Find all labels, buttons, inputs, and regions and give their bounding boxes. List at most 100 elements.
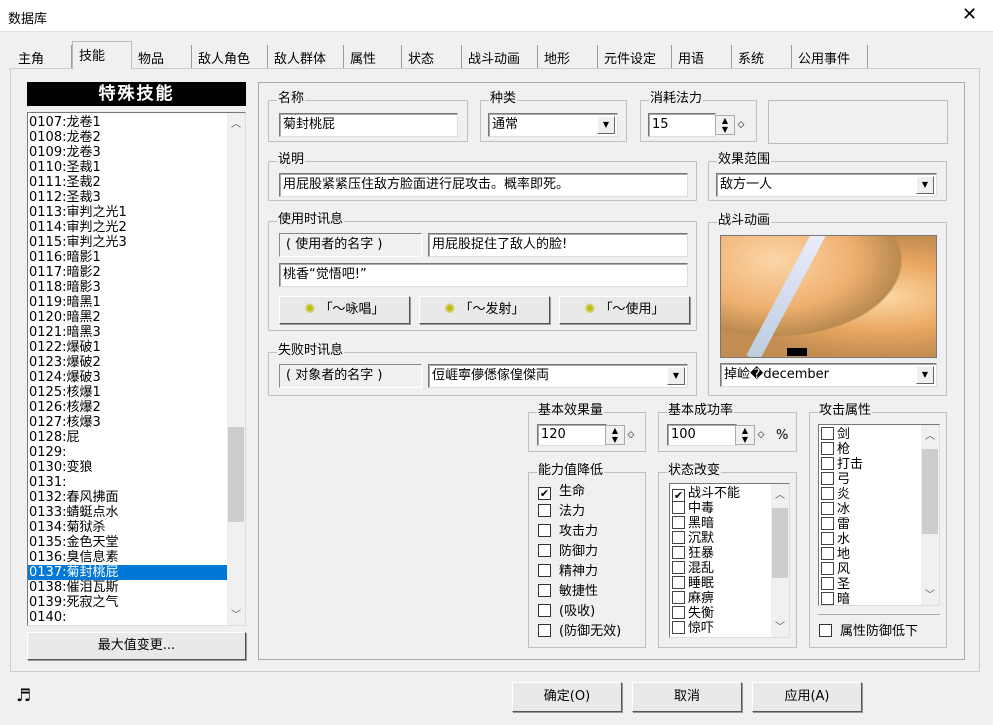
stat-down-checkbox[interactable]: 敏捷性 (538, 583, 619, 601)
list-item[interactable]: 0128:屁 (28, 430, 245, 445)
list-item[interactable]: 0116:暗影1 (28, 250, 245, 265)
checkbox-icon[interactable]: ✔ (538, 487, 551, 500)
stat-down-checkbox[interactable]: 精神力 (538, 563, 619, 581)
fire-button[interactable]: ✺ 「～发射」 (419, 296, 550, 324)
list-item[interactable]: 0129: (28, 445, 245, 460)
checkbox-icon[interactable] (672, 591, 685, 604)
type-select[interactable]: 通常 ▼ (488, 113, 618, 137)
checkbox-icon[interactable] (821, 502, 834, 515)
attribute-list[interactable]: 剑枪打击弓炎冰雷水地风圣暗 ︿ ﹀ (818, 424, 940, 606)
checkbox-icon[interactable] (672, 576, 685, 589)
stat-down-checkbox[interactable]: (防御无效) (538, 623, 621, 641)
checkbox-icon[interactable] (821, 472, 834, 485)
list-item[interactable]: 0133:蜻蜓点水 (28, 505, 245, 520)
checkbox-icon[interactable] (819, 624, 832, 637)
checkbox-icon[interactable] (538, 564, 551, 577)
list-item[interactable]: 0137:菊封桃屁 (28, 565, 245, 580)
scope-select[interactable]: 敌方一人 ▼ (716, 173, 937, 197)
state-item[interactable]: 中毒 (672, 501, 789, 516)
list-item[interactable]: 0132:春风拂面 (28, 490, 245, 505)
stat-down-checkbox[interactable]: ✔ 生命 (538, 483, 619, 501)
state-item[interactable]: ✔ 战斗不能 (672, 486, 789, 502)
list-item[interactable]: 0135:金色天堂 (28, 535, 245, 550)
list-item[interactable]: 0139:死寂之气 (28, 595, 245, 610)
checkbox-icon[interactable] (821, 457, 834, 470)
checkbox-icon[interactable] (821, 532, 834, 545)
checkbox-icon[interactable] (538, 544, 551, 557)
list-item[interactable]: 0113:审判之光1 (28, 205, 245, 220)
checkbox-icon[interactable] (821, 547, 834, 560)
attribute-defense-down-checkbox[interactable]: 属性防御低下 (819, 623, 918, 641)
attribute-item[interactable]: 雷 (821, 517, 939, 532)
checkbox-icon[interactable] (672, 546, 685, 559)
scroll-thumb[interactable] (228, 427, 244, 522)
list-item[interactable]: 0119:暗黑1 (28, 295, 245, 310)
attribute-item[interactable]: 炎 (821, 487, 939, 502)
use-button[interactable]: ✺ 「～使用」 (559, 296, 690, 324)
tab-4[interactable]: 敌人群体 (268, 45, 344, 68)
list-item[interactable]: 0130:变狼 (28, 460, 245, 475)
state-item[interactable]: 混乱 (672, 561, 789, 576)
state-item[interactable]: 狂暴 (672, 546, 789, 561)
stat-down-checkbox[interactable]: (吸收) (538, 603, 619, 621)
checkbox-icon[interactable] (821, 487, 834, 500)
scroll-down-icon[interactable]: ﹀ (227, 606, 245, 623)
scrollbar[interactable]: ︿ ﹀ (227, 113, 245, 625)
state-item[interactable]: 睡眠 (672, 576, 789, 591)
tab-12[interactable]: 公用事件 (792, 45, 868, 68)
attribute-item[interactable]: 打击 (821, 457, 939, 472)
ok-button[interactable]: 确定(O) (512, 682, 622, 712)
list-item[interactable]: 0117:暗影2 (28, 265, 245, 280)
description-input[interactable]: 用屁股紧紧压住敌方脸面进行屁攻击。概率即死。 (279, 173, 688, 197)
checkbox-icon[interactable] (672, 561, 685, 574)
list-item[interactable]: 0107:龙卷1 (28, 115, 245, 130)
tab-2[interactable]: 物品 (132, 45, 192, 68)
checkbox-icon[interactable] (538, 524, 551, 537)
checkbox-icon[interactable] (672, 606, 685, 619)
skill-list[interactable]: 0107:龙卷1 0108:龙卷2 0109:龙卷3 0110:圣裁1 0111:圣裁2… (27, 112, 246, 626)
checkbox-icon[interactable] (821, 442, 834, 455)
checkbox-icon[interactable] (821, 562, 834, 575)
list-item[interactable]: 0109:龙卷3 (28, 145, 245, 160)
state-list[interactable]: ✔ 战斗不能 中毒 黑暗 沉默 狂暴 混乱 睡眠 麻痹 失衡 惊吓 ︿ ﹀ (669, 483, 790, 638)
checkbox-icon[interactable] (538, 604, 551, 617)
base-effect-spinner[interactable]: ▲ ▼ (605, 425, 625, 445)
stat-down-checkbox[interactable]: 法力 (538, 503, 619, 521)
attribute-item[interactable]: 圣 (821, 577, 939, 592)
attribute-item[interactable]: 枪 (821, 442, 939, 457)
state-item[interactable]: 惊吓 (672, 621, 789, 636)
tab-9[interactable]: 元件设定 (598, 45, 672, 68)
tab-7[interactable]: 战斗动画 (462, 45, 538, 68)
state-item[interactable]: 失衡 (672, 606, 789, 621)
apply-button[interactable]: 应用(A) (752, 682, 862, 712)
checkbox-icon[interactable] (821, 517, 834, 530)
list-item[interactable]: 0118:暗影3 (28, 280, 245, 295)
state-item[interactable]: 麻痹 (672, 591, 789, 606)
checkbox-icon[interactable] (672, 531, 685, 544)
list-item[interactable]: 0110:圣裁1 (28, 160, 245, 175)
state-item[interactable]: 黑暗 (672, 516, 789, 531)
base-effect-input[interactable]: 120 (537, 424, 607, 446)
list-item[interactable]: 0124:爆破3 (28, 370, 245, 385)
checkbox-icon[interactable] (538, 624, 551, 637)
mp-spinner[interactable]: ▲ ▼ (715, 115, 735, 135)
tab-1[interactable]: 技能 (72, 41, 132, 69)
music-note-icon[interactable]: ♬ (16, 686, 31, 706)
list-item[interactable]: 0120:暗黑2 (28, 310, 245, 325)
chant-button[interactable]: ✺ 「～咏唱」 (279, 296, 410, 324)
base-rate-spinner[interactable]: ▲ ▼ (735, 425, 755, 445)
list-item[interactable]: 0112:圣裁3 (28, 190, 245, 205)
fail-message-select[interactable]: 侸崕寕儚僁傢偟傑両 ▼ (428, 364, 688, 388)
list-item[interactable]: 0108:龙卷2 (28, 130, 245, 145)
checkbox-icon[interactable] (821, 592, 834, 605)
use-message-line1[interactable]: 用屁股捉住了敌人的脸! (428, 233, 688, 257)
list-item[interactable]: 0126:核爆2 (28, 400, 245, 415)
checkbox-icon[interactable] (538, 584, 551, 597)
stat-down-checkbox[interactable]: 防御力 (538, 543, 619, 561)
list-item[interactable]: 0115:审判之光3 (28, 235, 245, 250)
attribute-item[interactable]: 地 (821, 547, 939, 562)
mp-cost-input[interactable]: 15 (648, 113, 716, 137)
list-item[interactable]: 0111:圣裁2 (28, 175, 245, 190)
tab-10[interactable]: 用语 (672, 45, 732, 68)
base-rate-input[interactable]: 100 (667, 424, 737, 446)
